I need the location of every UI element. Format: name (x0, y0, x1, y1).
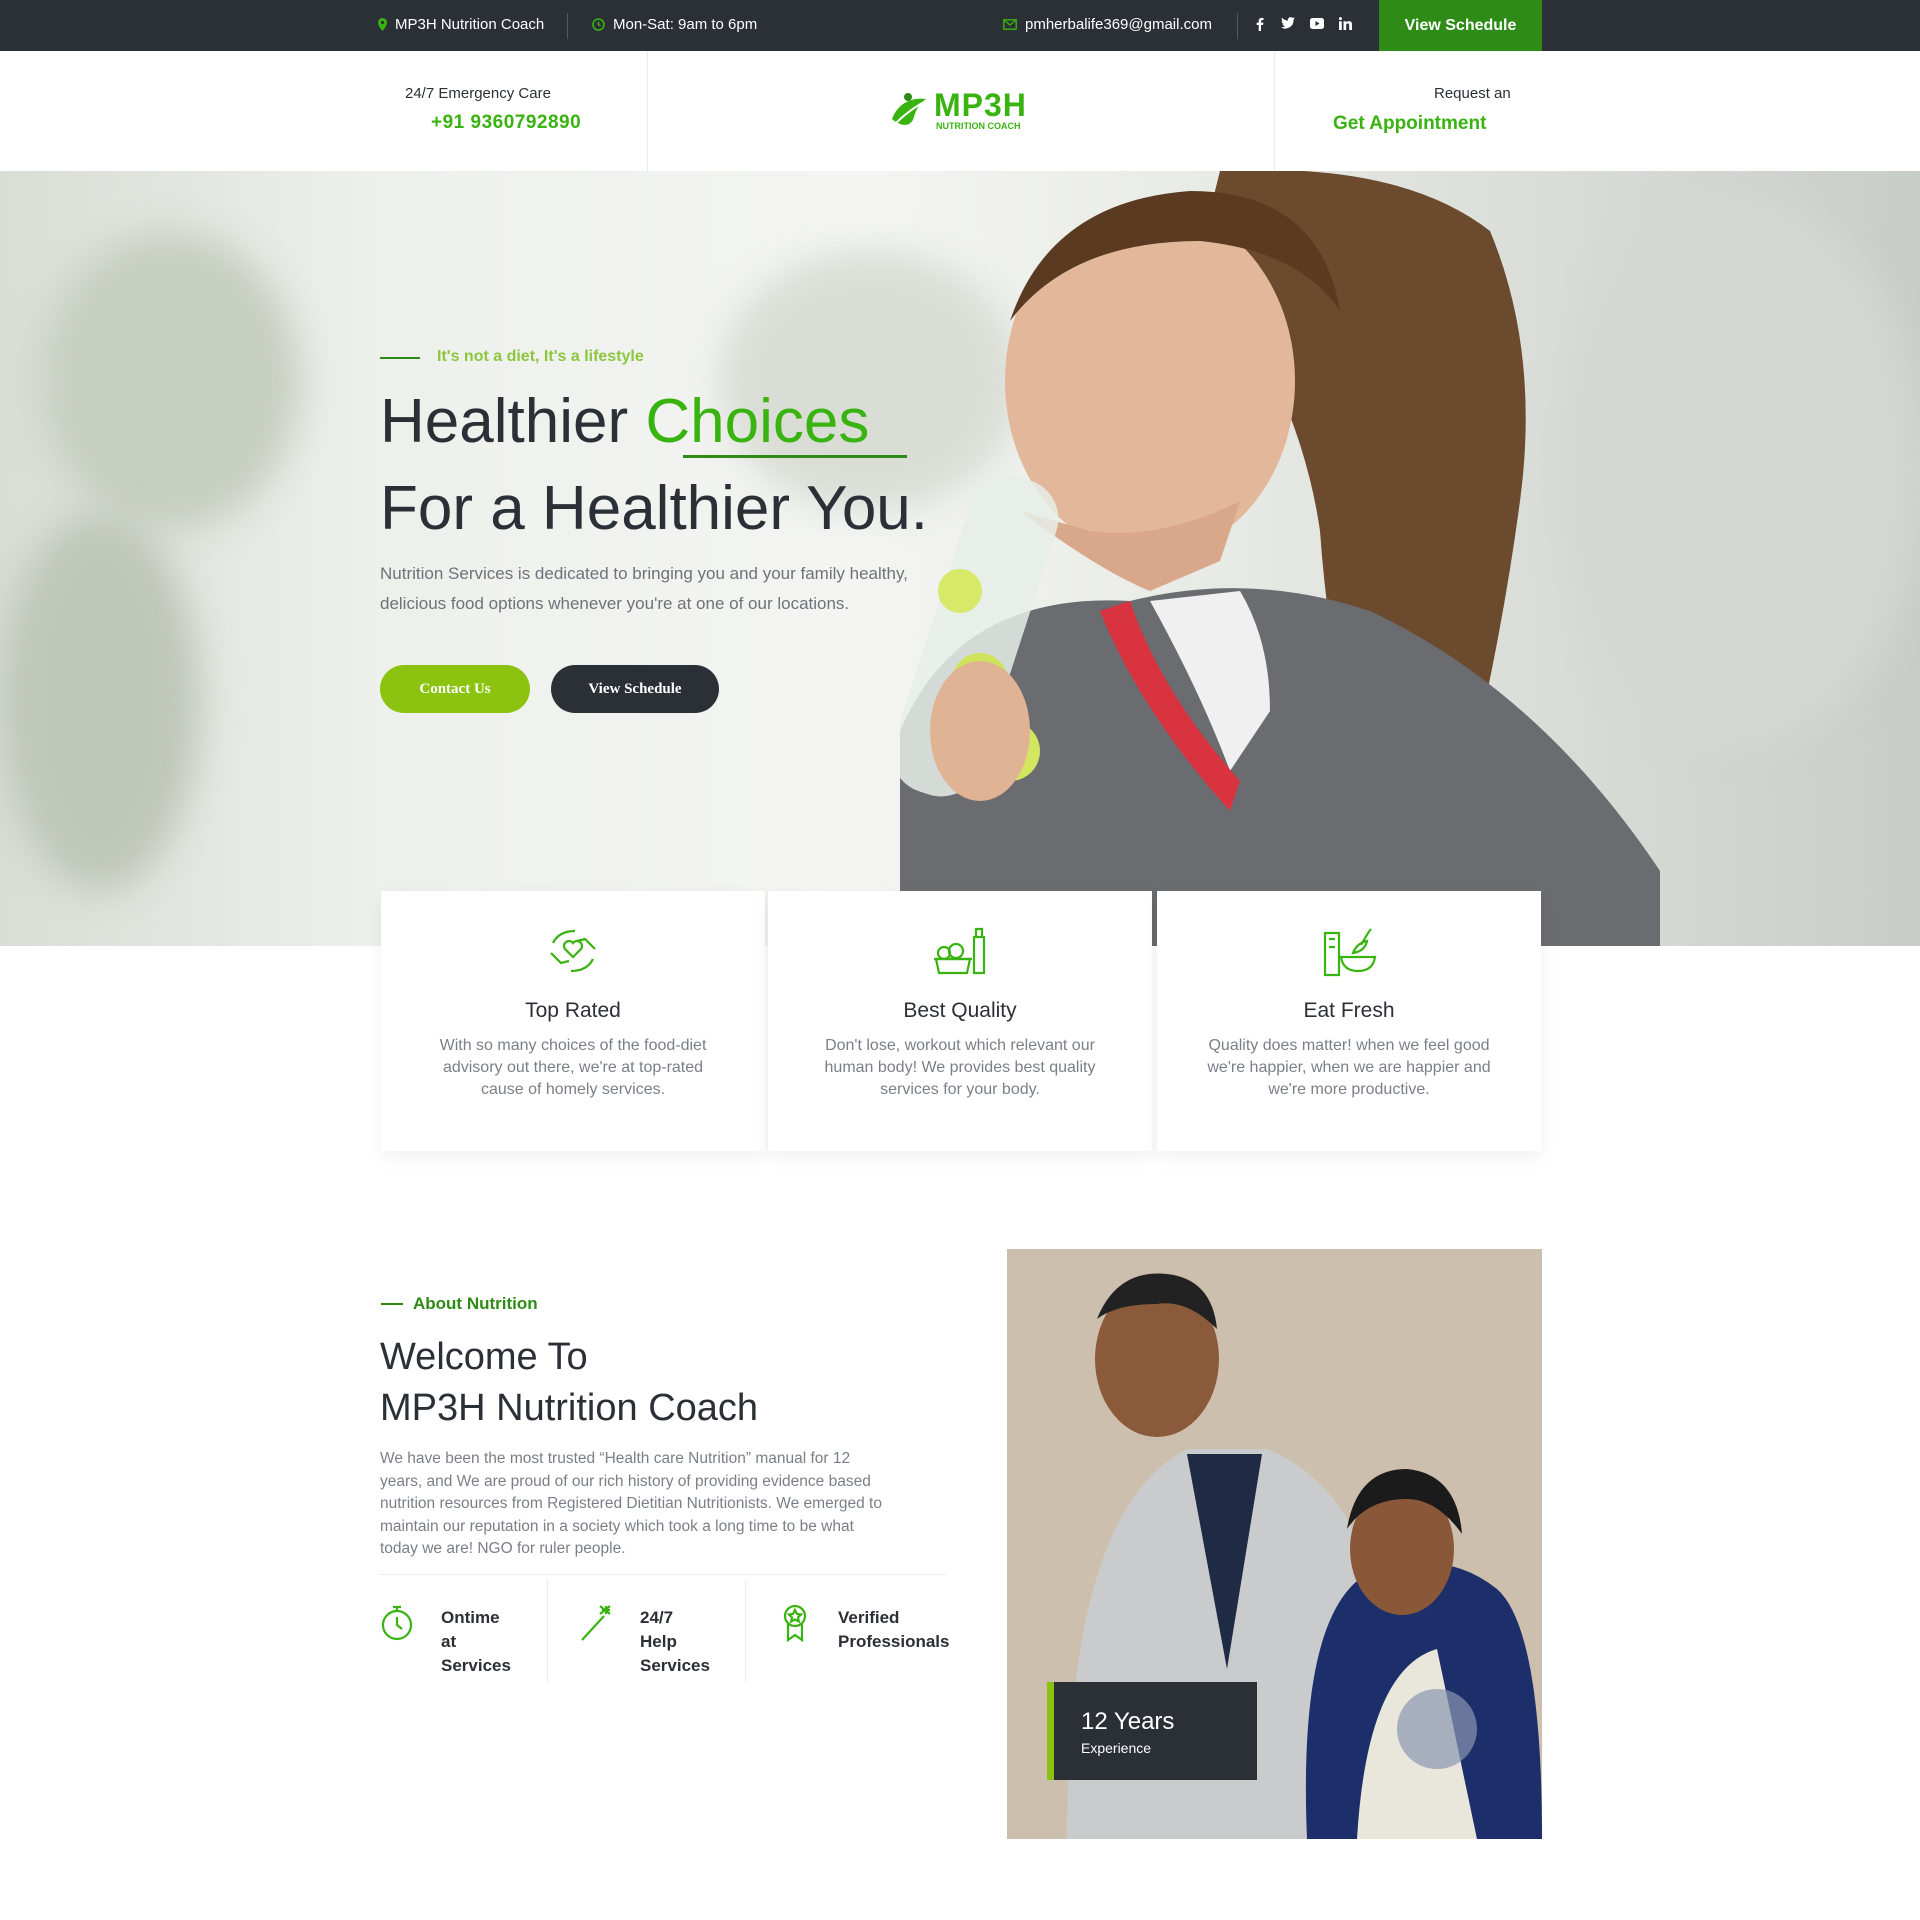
stat-ontime: Ontime at Services (441, 1606, 511, 1678)
hero-title-line2: For a Healthier You. (380, 474, 929, 543)
title-underline (683, 455, 907, 458)
facebook-icon[interactable] (1256, 17, 1264, 31)
site-header: 24/7 Emergency Care +91 9360792890 MP3H … (0, 51, 1920, 171)
magic-wand-icon (581, 1605, 611, 1641)
get-appointment-link[interactable]: Get Appointment (1333, 113, 1486, 135)
badge-accent (1047, 1682, 1054, 1780)
about-title-line1: Welcome To (380, 1336, 588, 1378)
view-schedule-top-button[interactable]: View Schedule (1379, 0, 1542, 51)
email-info[interactable]: pmherbalife369@gmail.com (1003, 16, 1212, 33)
bg-foliage (0, 511, 200, 891)
divider (1237, 13, 1238, 39)
hero-woman-photo (900, 171, 1660, 946)
location-text: MP3H Nutrition Coach (395, 16, 545, 33)
divider (567, 13, 568, 39)
experience-label: Experience (1081, 1740, 1152, 1756)
feature-text: Don't lose, workout which relevant our h… (824, 1037, 1096, 1098)
stat-line: Verified (838, 1608, 900, 1627)
emergency-phone[interactable]: +91 9360792890 (431, 112, 581, 134)
stat-line: 24/7 (640, 1608, 674, 1627)
fresh-bowl-icon (1323, 928, 1377, 977)
feature-card-top-rated: Top Rated With so many choices of the fo… (381, 891, 765, 1151)
experience-years: 12 Years (1081, 1708, 1175, 1735)
bg-foliage (40, 231, 300, 531)
clock-icon (592, 18, 605, 31)
hero-title-part: Healthier (380, 387, 646, 456)
stopwatch-icon (381, 1605, 413, 1641)
feature-title: Best Quality (903, 999, 1017, 1022)
divider (647, 51, 648, 171)
leaf-logo-icon (892, 93, 926, 125)
about-label-line (381, 1303, 403, 1305)
divider (745, 1580, 746, 1682)
hero-description: Nutrition Services is dedicated to bring… (380, 564, 908, 613)
divider (1274, 51, 1275, 171)
contact-us-button[interactable]: Contact Us (380, 665, 530, 713)
about-label: About Nutrition (413, 1294, 538, 1313)
stat-line: at (441, 1632, 457, 1651)
experience-badge: 12 Years Experience (1047, 1682, 1257, 1780)
feature-card-best-quality: Best Quality Don't lose, workout which r… (768, 891, 1152, 1151)
top-bar: MP3H Nutrition Coach Mon-Sat: 9am to 6pm… (0, 0, 1920, 51)
hero-title-accent: Choices (645, 387, 870, 456)
divider (547, 1580, 548, 1682)
envelope-icon (1003, 19, 1017, 30)
feature-title: Eat Fresh (1303, 999, 1395, 1022)
food-basket-icon (934, 927, 986, 975)
request-label: Request an (1434, 85, 1511, 102)
feature-card-eat-fresh: Eat Fresh Quality does matter! when we f… (1157, 891, 1541, 1151)
logo-subtext: NUTRITION COACH (936, 121, 1021, 131)
logo-text: MP3H (934, 87, 1027, 123)
emergency-label: 24/7 Emergency Care (405, 85, 551, 102)
feature-text: With so many choices of the food-diet ad… (439, 1037, 707, 1098)
stat-line: Help (640, 1632, 677, 1651)
location-info: MP3H Nutrition Coach (378, 16, 544, 33)
stat-line: Services (441, 1656, 511, 1675)
tagline-line (380, 357, 420, 359)
about-text: We have been the most trusted “Health ca… (380, 1450, 882, 1557)
about-title-line2: MP3H Nutrition Coach (380, 1387, 759, 1429)
stat-verified: Verified Professionals (838, 1606, 950, 1654)
award-badge-icon (783, 1604, 807, 1642)
stat-help: 24/7 Help Services (640, 1606, 710, 1678)
divider (380, 1574, 946, 1575)
hours-text: Mon-Sat: 9am to 6pm (613, 16, 758, 33)
hero-tagline: It's not a diet, It's a lifestyle (437, 348, 644, 365)
map-pin-icon (378, 18, 387, 31)
youtube-icon[interactable] (1310, 18, 1324, 29)
brand-logo[interactable]: MP3H NUTRITION COACH (888, 87, 1036, 135)
view-schedule-button[interactable]: View Schedule (551, 665, 719, 713)
stat-line: Professionals (838, 1632, 950, 1651)
email-link[interactable]: pmherbalife369@gmail.com (1025, 16, 1212, 33)
hours-info: Mon-Sat: 9am to 6pm (592, 16, 757, 33)
stat-line: Ontime (441, 1608, 500, 1627)
hero-title-line1: Healthier Choices (380, 386, 869, 457)
heart-hands-icon (550, 929, 596, 973)
feature-title: Top Rated (525, 999, 621, 1022)
feature-text: Quality does matter! when we feel good w… (1207, 1037, 1491, 1098)
about-team-photo: 12 Years Experience (1007, 1249, 1542, 1839)
twitter-icon[interactable] (1281, 17, 1295, 29)
stat-line: Services (640, 1656, 710, 1675)
linkedin-icon[interactable] (1339, 17, 1352, 30)
hero-section: It's not a diet, It's a lifestyle Health… (0, 171, 1920, 946)
